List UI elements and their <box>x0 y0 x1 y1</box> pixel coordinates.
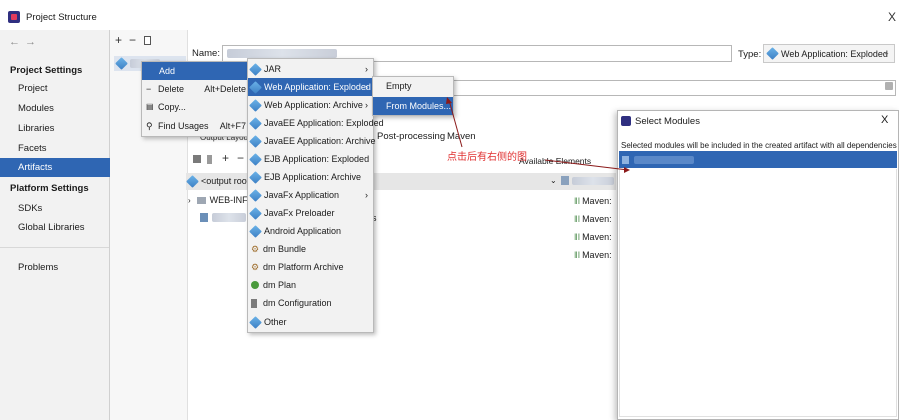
annotation-overlay <box>446 97 630 173</box>
annotation-arrow-line-2 <box>544 159 629 171</box>
annotation-arrow-line <box>448 99 463 148</box>
annotation-text: 点击后有右侧的图 <box>447 152 527 163</box>
annotation-arrowhead <box>446 97 452 104</box>
annotation-arrowhead-2 <box>624 167 630 173</box>
